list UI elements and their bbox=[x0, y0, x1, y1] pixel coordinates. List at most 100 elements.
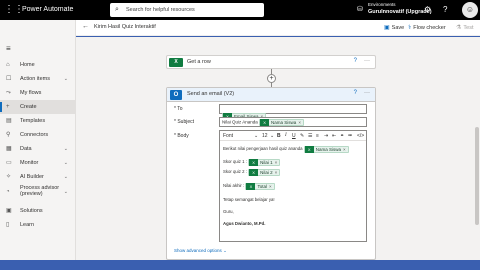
chevron-down-icon[interactable]: ⌄ bbox=[64, 156, 68, 170]
body-label: * Body bbox=[174, 133, 189, 139]
sidebar-item-learn[interactable]: ▯ Learn bbox=[0, 218, 76, 232]
more-options-icon[interactable]: ··· bbox=[364, 58, 370, 64]
environment-icon: ⛁ bbox=[357, 6, 363, 13]
sidebar-item-label: Home bbox=[20, 62, 35, 68]
test-button[interactable]: ⚗ Test bbox=[456, 24, 473, 31]
sidebar-item-monitor[interactable]: ▭ Monitor ⌄ bbox=[0, 156, 76, 170]
sidebar-item-templates[interactable]: ▤ Templates bbox=[0, 114, 76, 128]
dynamic-token[interactable]: X Nilai 1 × bbox=[248, 158, 281, 166]
insert-step-button[interactable]: + bbox=[267, 74, 276, 83]
save-icon: ▣ bbox=[384, 25, 390, 31]
help-icon[interactable]: ? bbox=[443, 4, 447, 16]
get-a-row-step[interactable]: X Get a row ? ··· bbox=[166, 55, 376, 69]
excel-icon: X bbox=[249, 168, 259, 176]
sidebar-item-process-advisor[interactable]: ◔ Process advisor (preview) ⌄ bbox=[0, 184, 76, 202]
sidebar-item-solutions[interactable]: ▣ Solutions bbox=[0, 204, 76, 218]
process-advisor-icon: ◔ bbox=[6, 189, 10, 195]
scrollbar-thumb[interactable] bbox=[475, 127, 479, 225]
body-line: Skor quiz 2 : X Nilai 2 × bbox=[223, 168, 281, 176]
sidebar-item-create[interactable]: + Create bbox=[0, 100, 76, 114]
templates-icon: ▤ bbox=[6, 118, 12, 124]
sidebar-item-home[interactable]: ⌂ Home bbox=[0, 58, 76, 72]
remove-token-icon[interactable]: × bbox=[269, 184, 272, 189]
save-label: Save bbox=[391, 25, 405, 31]
environment-picker[interactable]: Environments GuruInnovatif (Upgrade) bbox=[368, 2, 432, 16]
left-nav: ≡ ⌂ Home ☐ Action items ⌄ ⤳ My flows + Create… bbox=[0, 20, 76, 260]
step-header[interactable]: O Send an email (V2) ? ··· bbox=[167, 88, 375, 102]
bold-icon[interactable]: B bbox=[277, 131, 281, 141]
search-box[interactable]: ⌕ Search for helpful resources bbox=[110, 3, 264, 17]
remove-token-icon[interactable]: × bbox=[343, 147, 346, 152]
step-title: Send an email (V2) bbox=[187, 91, 235, 97]
body-text: Berikut nilai pengerjaan hasil quiz anan… bbox=[223, 145, 303, 151]
unlink-icon[interactable]: ⚮ bbox=[348, 131, 352, 141]
hamburger-icon[interactable]: ≡ bbox=[6, 44, 11, 53]
chevron-down-icon[interactable]: ⌄ bbox=[64, 72, 68, 86]
remove-token-icon[interactable]: × bbox=[275, 170, 278, 175]
flow-canvas: X Get a row ? ··· + O Send an email (V2)… bbox=[76, 37, 474, 260]
save-button[interactable]: ▣ Save bbox=[384, 24, 404, 31]
dynamic-token[interactable]: X Nama Siswa × bbox=[259, 118, 304, 126]
body-line: Nilai akhir : X Total × bbox=[223, 182, 275, 190]
italic-icon[interactable]: I bbox=[285, 131, 287, 141]
token-label: Total bbox=[257, 183, 267, 189]
stethoscope-icon: ⚕ bbox=[408, 25, 412, 31]
data-icon: ▦ bbox=[6, 146, 12, 152]
chevron-down-icon[interactable]: ⌄ bbox=[64, 170, 68, 184]
bullet-list-icon[interactable]: ☰ bbox=[308, 131, 312, 141]
dynamic-token[interactable]: X Nama Siswa × bbox=[303, 145, 349, 153]
show-advanced-options-link[interactable]: Show advanced options ⌄ bbox=[174, 248, 227, 254]
test-label: Test bbox=[463, 25, 474, 31]
font-select[interactable]: Font bbox=[223, 131, 233, 141]
body-line: Skor quiz 1 : X Nilai 1 × bbox=[223, 158, 281, 166]
sidebar-item-my-flows[interactable]: ⤳ My flows bbox=[0, 86, 76, 100]
avatar[interactable]: ☺ bbox=[462, 2, 478, 18]
back-arrow-icon[interactable]: ← bbox=[82, 23, 89, 30]
dynamic-token[interactable]: X Total × bbox=[245, 182, 275, 190]
chevron-down-icon[interactable]: ⌄ bbox=[64, 142, 68, 156]
remove-token-icon[interactable]: × bbox=[275, 160, 278, 165]
environment-name[interactable]: GuruInnovatif (Upgrade) bbox=[368, 8, 432, 16]
highlight-icon[interactable]: ✎ bbox=[300, 131, 304, 141]
chevron-down-icon[interactable]: ⌄ bbox=[270, 131, 274, 141]
subject-field[interactable]: Nilai Quiz Ananda X Nama Siswa × bbox=[219, 117, 367, 127]
font-size-select[interactable]: 12 bbox=[262, 131, 268, 141]
sidebar-item-label: Connectors bbox=[20, 132, 49, 138]
indent-icon[interactable]: ⇥ bbox=[324, 131, 328, 141]
help-icon[interactable]: ? bbox=[354, 58, 357, 64]
chevron-down-icon[interactable]: ⌄ bbox=[64, 187, 68, 197]
sidebar-item-connectors[interactable]: ⚲ Connectors bbox=[0, 128, 76, 142]
sidebar-item-ai-builder[interactable]: ✧ AI Builder ⌄ bbox=[0, 170, 76, 184]
home-icon: ⌂ bbox=[6, 62, 10, 68]
chevron-down-icon[interactable]: ⌄ bbox=[254, 131, 258, 141]
search-input[interactable]: Search for helpful resources bbox=[126, 7, 195, 13]
code-view-icon[interactable]: </> bbox=[357, 131, 364, 141]
ai-builder-icon: ✧ bbox=[6, 174, 12, 180]
waffle-icon[interactable]: ⋮⋮ bbox=[4, 4, 24, 16]
send-email-step[interactable]: O Send an email (V2) ? ··· * To XEmail S… bbox=[166, 87, 376, 260]
sidebar-item-action-items[interactable]: ☐ Action items ⌄ bbox=[0, 72, 76, 86]
excel-icon: X bbox=[260, 118, 270, 126]
token-label: Nama Siswa bbox=[315, 146, 342, 152]
more-options-icon[interactable]: ··· bbox=[364, 90, 370, 96]
sidebar-item-data[interactable]: ▦ Data ⌄ bbox=[0, 142, 76, 156]
vertical-scrollbar[interactable] bbox=[474, 37, 480, 260]
body-editor[interactable]: Font ⌄ 12 ⌄ B I U ✎ ☰ ≡ ⇥ ⇤ ⚭ ⚮ </> Beri… bbox=[219, 130, 367, 242]
plus-icon: + bbox=[6, 104, 10, 110]
app-title[interactable]: Power Automate bbox=[22, 4, 73, 16]
flow-checker-button[interactable]: ⚕ Flow checker bbox=[408, 24, 446, 31]
dynamic-token[interactable]: X Nilai 2 × bbox=[248, 168, 281, 176]
step-title: Get a row bbox=[187, 59, 211, 65]
bottom-band bbox=[0, 260, 480, 270]
remove-token-icon[interactable]: × bbox=[298, 120, 301, 125]
gear-icon[interactable]: ⚙ bbox=[424, 4, 431, 16]
excel-icon: X bbox=[169, 58, 183, 67]
underline-icon[interactable]: U bbox=[292, 131, 296, 141]
link-icon[interactable]: ⚭ bbox=[340, 131, 344, 141]
sidebar-item-label: Solutions bbox=[20, 208, 43, 214]
help-icon[interactable]: ? bbox=[354, 90, 357, 96]
outdent-icon[interactable]: ⇤ bbox=[332, 131, 336, 141]
numbered-list-icon[interactable]: ≡ bbox=[316, 131, 319, 141]
to-field[interactable]: XEmail Siswa× bbox=[219, 104, 367, 120]
excel-icon: X bbox=[246, 182, 256, 190]
